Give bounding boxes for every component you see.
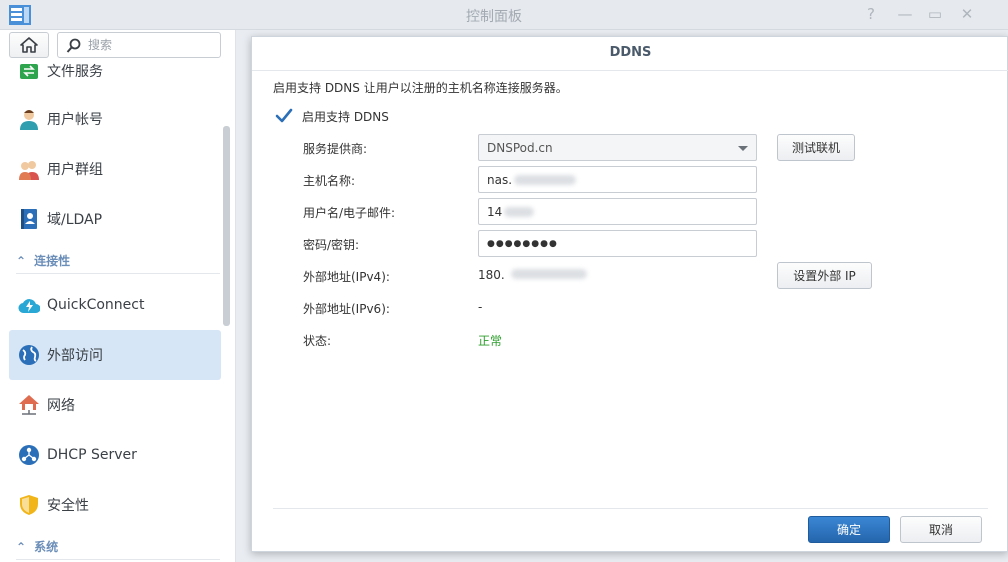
sidebar-item-security[interactable]: 安全性: [9, 480, 221, 530]
external-access-icon: [17, 343, 41, 367]
quickconnect-icon: [17, 293, 41, 317]
username-value: 14: [487, 204, 503, 219]
password-value: ●●●●●●●●: [487, 238, 558, 249]
minimize-button[interactable]: —: [895, 4, 915, 24]
security-shield-icon: [17, 493, 41, 517]
dialog-description: 启用支持 DDNS 让用户以注册的主机名称连接服务器。: [273, 81, 568, 95]
sidebar-item-external-access[interactable]: 外部访问: [9, 330, 221, 380]
section-system[interactable]: ⌃ 系统: [16, 534, 220, 560]
chevron-up-icon: ⌃: [16, 253, 27, 268]
redacted-blur: [514, 174, 577, 185]
ok-button[interactable]: 确定: [808, 516, 890, 543]
enable-ddns-checkbox[interactable]: [275, 107, 293, 125]
window-title: 控制面板: [466, 9, 522, 25]
hostname-label: 主机名称:: [303, 174, 356, 188]
ipv6-value: -: [478, 300, 483, 314]
password-label: 密码/密钥:: [303, 238, 360, 252]
status-label: 状态:: [303, 334, 332, 348]
group-icon: [17, 157, 41, 181]
dialog-title: DDNS: [609, 45, 652, 60]
sidebar-item-label: 用户帐号: [47, 112, 103, 128]
hostname-value: nas.: [487, 172, 513, 187]
file-services-icon: [17, 59, 41, 83]
sidebar-item-network[interactable]: 网络: [9, 380, 221, 430]
maximize-button[interactable]: ▭: [925, 4, 945, 24]
dropdown-caret-icon: [738, 146, 748, 151]
sidebar-scrollbar[interactable]: [223, 126, 230, 326]
sidebar-item-label: 网络: [47, 398, 75, 414]
sidebar-item-label: 安全性: [47, 498, 89, 514]
sidebar-item-label: DHCP Server: [47, 447, 137, 463]
sidebar-item-label: 外部访问: [47, 348, 103, 364]
sidebar-item-user-groups[interactable]: 用户群组: [9, 144, 221, 194]
network-icon: [17, 393, 41, 417]
section-connectivity[interactable]: ⌃ 连接性: [16, 248, 220, 274]
sidebar-item-label: QuickConnect: [47, 297, 145, 313]
sidebar-item-domain-ldap[interactable]: 域/LDAP: [9, 194, 221, 244]
sidebar-item-label: 文件服务: [47, 64, 103, 80]
username-label: 用户名/电子邮件:: [303, 206, 396, 220]
sidebar-item-dhcp-server[interactable]: DHCP Server: [9, 430, 221, 480]
enable-ddns-label: 启用支持 DDNS: [302, 109, 389, 124]
sidebar-item-label: 用户群组: [47, 162, 103, 178]
provider-select[interactable]: DNSPod.cn: [478, 134, 757, 161]
divider: [252, 70, 1008, 71]
section-label: 系统: [34, 540, 59, 554]
ipv6-label: 外部地址(IPv6):: [303, 302, 390, 316]
status-value: 正常: [478, 334, 503, 348]
redacted-blur: [504, 206, 535, 217]
sidebar-item-user-accounts[interactable]: 用户帐号: [9, 94, 221, 144]
test-connection-button[interactable]: 测试联机: [777, 134, 855, 161]
dhcp-icon: [17, 443, 41, 467]
password-input[interactable]: ●●●●●●●●: [478, 230, 757, 257]
sidebar-item-label: 域/LDAP: [47, 212, 103, 228]
provider-label: 服务提供商:: [303, 142, 368, 156]
ipv4-label: 外部地址(IPv4):: [303, 270, 390, 284]
domain-ldap-icon: [17, 207, 41, 231]
sidebar-item-quickconnect[interactable]: QuickConnect: [9, 280, 221, 330]
provider-value: DNSPod.cn: [487, 140, 553, 155]
username-input[interactable]: 14: [478, 198, 757, 225]
ddns-dialog: DDNS 启用支持 DDNS 让用户以注册的主机名称连接服务器。 启用支持 DD…: [251, 36, 1008, 552]
chevron-up-icon: ⌃: [16, 539, 27, 554]
section-label: 连接性: [34, 254, 71, 268]
enable-ddns-row[interactable]: 启用支持 DDNS: [275, 107, 389, 125]
redacted-blur: [510, 269, 587, 279]
ipv4-value-row: 180.: [478, 268, 587, 282]
user-icon: [17, 107, 41, 131]
sidebar: 文件服务 用户帐号 用户群组 域/LDAP ⌃ 连接性 QuickConnect: [0, 30, 236, 562]
cancel-button[interactable]: 取消: [900, 516, 982, 543]
set-external-ip-button[interactable]: 设置外部 IP: [777, 262, 872, 289]
close-button[interactable]: ✕: [957, 4, 977, 24]
sidebar-item-file-services[interactable]: 文件服务: [9, 46, 221, 96]
divider: [273, 508, 988, 509]
help-button[interactable]: ?: [861, 4, 881, 24]
ipv4-value: 180.: [478, 268, 505, 282]
hostname-input[interactable]: nas.: [478, 166, 757, 193]
window-titlebar: 控制面板 ? — ▭ ✕: [0, 0, 1008, 30]
